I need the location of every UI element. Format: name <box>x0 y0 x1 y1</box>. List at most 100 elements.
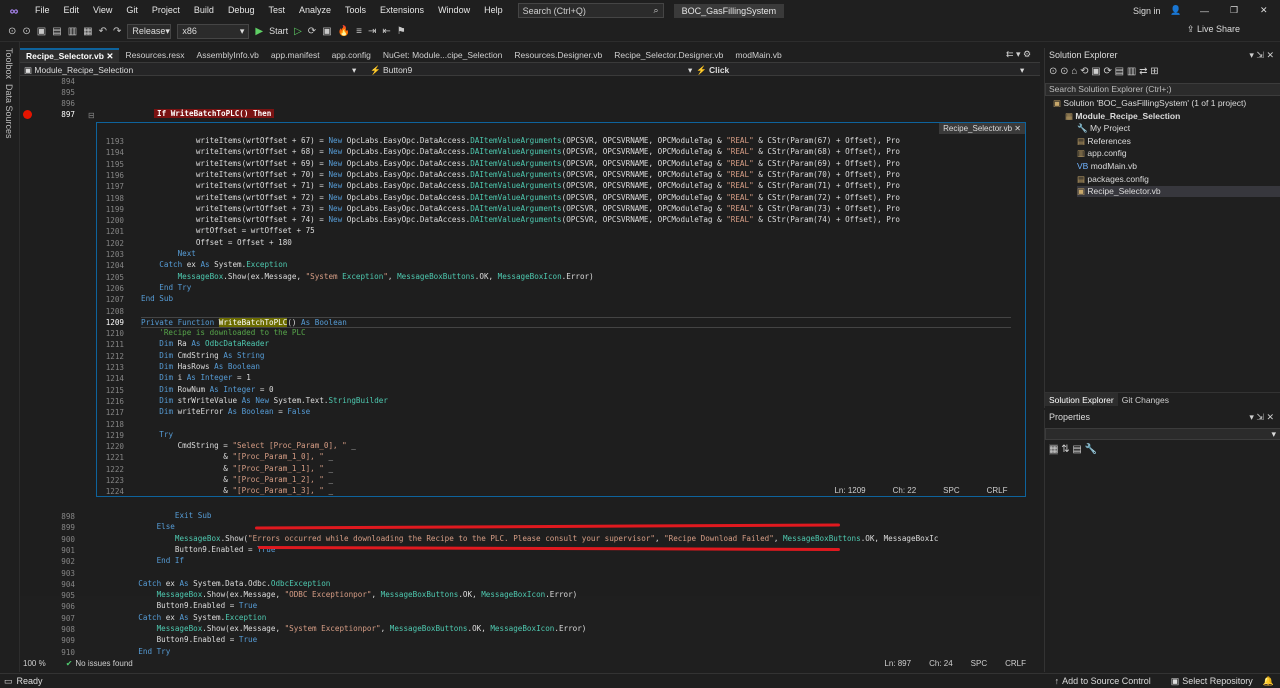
bookmark-icon[interactable]: ⚑ <box>397 26 406 37</box>
line-number: 905 <box>61 591 75 601</box>
menu-tools[interactable]: Tools <box>338 0 373 21</box>
back-icon[interactable]: ⊙ <box>8 26 16 37</box>
peek-spaces-indicator[interactable]: SPC <box>943 486 959 495</box>
collapse-icon[interactable]: ⊟ <box>88 111 95 120</box>
file-icon: ▣ <box>1077 186 1088 197</box>
tree-item[interactable]: ▣ Solution 'BOC_GasFillingSystem' (1 of … <box>1053 98 1280 109</box>
tree-item[interactable]: VB modMain.vb <box>1077 161 1280 171</box>
tab-resources-designer[interactable]: Resources.Designer.vb <box>508 48 608 62</box>
undo-icon[interactable]: ↶ <box>99 26 107 37</box>
line-number: 910 <box>61 647 75 657</box>
alphabetical-icon[interactable]: ⇅ ▤ <box>1061 444 1084 455</box>
line-number: 1214 <box>105 374 124 384</box>
menu-extensions[interactable]: Extensions <box>373 0 431 21</box>
platform-select[interactable]: x86 ▾ <box>177 23 250 39</box>
add-to-source-control-button[interactable]: Add to Source Control <box>1062 676 1151 686</box>
zoom-level[interactable]: 100 % <box>23 659 46 668</box>
peek-lineending-indicator[interactable]: CRLF <box>987 486 1008 495</box>
tab-nuget[interactable]: NuGet: Module...cipe_Selection <box>377 48 509 62</box>
save-icon[interactable]: ▥ <box>68 26 77 37</box>
tree-item[interactable]: ▤ packages.config <box>1077 174 1280 185</box>
close-icon[interactable]: ✕ <box>1014 124 1021 133</box>
tree-item[interactable]: ▣ Recipe_Selector.vb <box>1077 186 1280 198</box>
panel-controls-icon[interactable]: ▾ ⇲ ✕ <box>1249 50 1274 61</box>
close-icon[interactable]: ✕ <box>1260 0 1268 21</box>
line-number: 1222 <box>105 464 124 474</box>
tab-assemblyinfo[interactable]: AssemblyInfo.vb <box>191 48 265 62</box>
event-select[interactable]: ⚡ Click <box>696 64 1016 76</box>
account-icon[interactable]: 👤 <box>1170 0 1181 21</box>
start-icon[interactable]: ▶ <box>255 26 263 37</box>
sync-icon[interactable]: ⟲ ▣ ⟳ ▤ ▥ ⇄ ⊞ <box>1080 66 1159 77</box>
tab-app-config[interactable]: app.config <box>326 48 377 62</box>
tab-resources-resx[interactable]: Resources.resx <box>119 48 190 62</box>
breakpoint-icon[interactable] <box>23 110 32 119</box>
code-line: MessageBox.Show(ex.Message, "System Exce… <box>177 271 594 281</box>
indent-icon[interactable]: ⇥ <box>368 26 376 37</box>
tree-item[interactable]: 🔧 My Project <box>1077 123 1280 134</box>
tab-modmain[interactable]: modMain.vb <box>729 48 787 62</box>
tab-git-changes[interactable]: Git Changes <box>1118 393 1173 406</box>
hot-reload-icon[interactable]: 🔥 <box>338 26 350 37</box>
forward-icon[interactable]: ⊙ <box>22 26 30 37</box>
new-project-icon[interactable]: ▣ <box>37 26 46 37</box>
refresh-icon[interactable]: ⟳ <box>308 26 316 37</box>
menu-file[interactable]: File <box>28 0 57 21</box>
menu-test[interactable]: Test <box>261 0 292 21</box>
back-icon[interactable]: ⊙ ⊙ ⌂ <box>1049 66 1077 77</box>
tab-overflow-icon[interactable]: ⇇ ▾ ⚙ <box>1006 49 1031 60</box>
code-line: writeItems(wrtOffset + 68) = New OpcLabs… <box>141 147 900 157</box>
tree-item[interactable]: ▤ References <box>1077 136 1280 147</box>
select-repository-button[interactable]: Select Repository <box>1182 676 1253 686</box>
close-icon[interactable]: ✕ <box>106 51 113 61</box>
tab-recipe-selector[interactable]: Recipe_Selector.vb ✕ <box>20 48 120 62</box>
menu-edit[interactable]: Edit <box>57 0 87 21</box>
minimize-icon[interactable]: — <box>1200 0 1209 21</box>
notifications-icon[interactable]: 🔔 <box>1263 676 1274 687</box>
object-select[interactable]: ▾ <box>1045 428 1280 440</box>
save-all-icon[interactable]: ▦ <box>83 26 92 37</box>
menu-analyze[interactable]: Analyze <box>292 0 338 21</box>
menu-window[interactable]: Window <box>431 0 477 21</box>
open-icon[interactable]: ▤ <box>52 26 61 37</box>
redo-icon[interactable]: ↷ <box>113 26 121 37</box>
configuration-select[interactable]: Release ▾ <box>127 23 172 39</box>
line-number: 895 <box>61 88 75 97</box>
line-number: 907 <box>61 613 75 623</box>
tab-solution-explorer[interactable]: Solution Explorer <box>1045 393 1118 406</box>
menu-project[interactable]: Project <box>145 0 187 21</box>
toolbox-tab[interactable]: Toolbox <box>4 48 14 79</box>
wrench-icon[interactable]: 🔧 <box>1085 444 1097 455</box>
toolbox-icon[interactable]: ▣ <box>322 26 331 37</box>
tree-item[interactable]: ▥ app.config <box>1077 148 1280 159</box>
scope-select[interactable]: ▣ Module_Recipe_Selection <box>24 64 354 76</box>
solution-search-input[interactable]: Search Solution Explorer (Ctrl+;) <box>1045 83 1280 96</box>
menu-git[interactable]: Git <box>119 0 145 21</box>
menu-debug[interactable]: Debug <box>221 0 262 21</box>
search-input[interactable]: Search (Ctrl+Q) ⌕ <box>517 3 664 18</box>
tab-recipe-designer[interactable]: Recipe_Selector.Designer.vb <box>608 48 729 62</box>
menu-help[interactable]: Help <box>477 0 510 21</box>
code-editor-bottom[interactable]: 898 Exit Sub 899 Else 900 MessageBox.Show(… <box>20 511 1040 657</box>
comment-icon[interactable]: ≡ <box>356 26 362 37</box>
panel-controls-icon[interactable]: ▾ ⇲ ✕ <box>1249 412 1274 423</box>
outdent-icon[interactable]: ⇤ <box>382 26 390 37</box>
tab-app-manifest[interactable]: app.manifest <box>265 48 326 62</box>
menu-view[interactable]: View <box>86 0 119 21</box>
tree-item[interactable]: ▦ Module_Recipe_Selection <box>1065 111 1280 122</box>
restore-icon[interactable]: ❐ <box>1230 0 1238 21</box>
lineending-indicator[interactable]: CRLF <box>1005 659 1026 668</box>
peek-definition-window[interactable]: Recipe_Selector.vb ✕ 1193 writeItems(wrt… <box>96 122 1026 497</box>
spaces-indicator[interactable]: SPC <box>971 659 987 668</box>
code-line: Dim CmdString As String <box>159 350 265 360</box>
menu-build[interactable]: Build <box>187 0 221 21</box>
categorized-icon[interactable]: ▦ <box>1049 444 1059 455</box>
object-select[interactable]: ⚡ Button9 <box>370 64 690 76</box>
start-button[interactable]: Start <box>269 26 288 36</box>
data-sources-tab[interactable]: Data Sources <box>4 84 14 139</box>
ready-icon: ▭ <box>4 675 13 686</box>
issues-indicator[interactable]: No issues found <box>75 659 132 668</box>
start-without-debug-icon[interactable]: ▷ <box>294 26 302 37</box>
live-share-button[interactable]: ⇪ Live Share <box>1187 24 1240 35</box>
sign-in-link[interactable]: Sign in <box>1133 0 1161 21</box>
